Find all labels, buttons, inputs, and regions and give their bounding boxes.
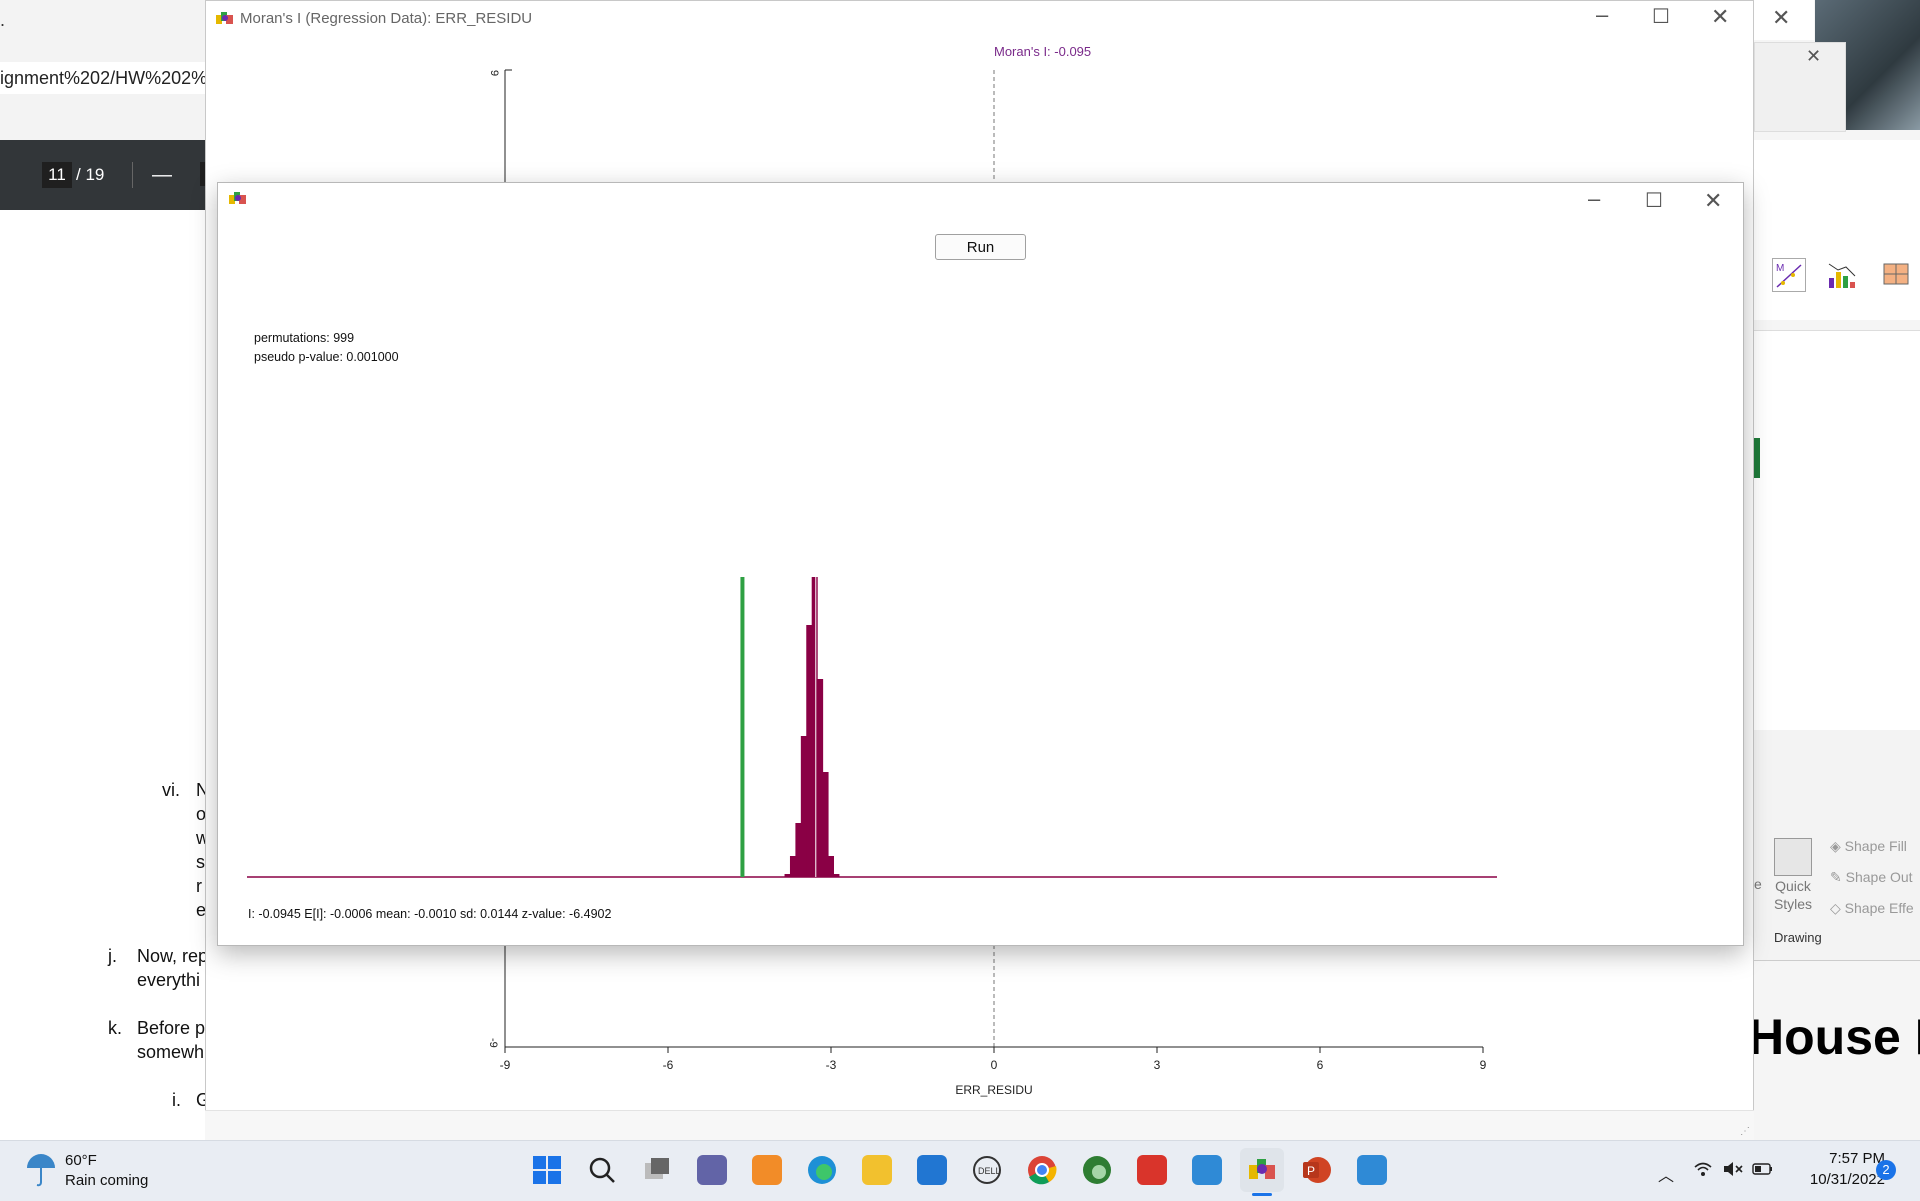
edge-dev-icon[interactable] (1082, 1155, 1112, 1190)
map-icon[interactable] (1880, 258, 1912, 290)
paint-bucket-icon: ◈ (1830, 838, 1845, 854)
weather-umbrella-icon[interactable] (24, 1152, 58, 1193)
svg-text:M: M (1776, 263, 1784, 274)
active-indicator (1252, 1193, 1272, 1196)
pdf-toolbar (0, 140, 210, 210)
x-tick-label: -9 (500, 1058, 511, 1072)
windows-start-icon[interactable] (532, 1155, 562, 1190)
doc-line: s (196, 852, 205, 872)
x-tick-label: 0 (991, 1058, 998, 1072)
dell-icon[interactable]: DELL (972, 1155, 1002, 1190)
drawing-group-label: Drawing (1774, 930, 1822, 945)
zoom-out-button[interactable]: — (152, 162, 172, 188)
doc-line: Before p (137, 1018, 206, 1038)
chrome-icon[interactable] (1027, 1155, 1057, 1190)
weather-temp[interactable]: 60°F (65, 1152, 97, 1169)
weather-desc[interactable]: Rain coming (65, 1172, 148, 1189)
x-axis-label: ERR_RESIDU (955, 1083, 1032, 1097)
x-tick-label: 3 (1154, 1058, 1161, 1072)
pen-icon: ✎ (1830, 869, 1846, 885)
file-explorer-icon[interactable] (862, 1155, 892, 1185)
teams-chat-icon[interactable] (697, 1155, 727, 1185)
toolbar-divider (132, 162, 133, 188)
edge-icon[interactable] (807, 1155, 837, 1190)
clock-time[interactable]: 7:57 PM (1795, 1150, 1885, 1167)
task-view-icon[interactable] (642, 1155, 672, 1190)
shape-fill-button[interactable]: ◈ Shape Fill (1830, 838, 1907, 855)
x-tick-label: -6 (663, 1058, 674, 1072)
histogram-bar (795, 823, 802, 877)
volume-muted-icon[interactable] (1722, 1160, 1744, 1183)
address-bar[interactable]: ignment%202/HW%202%2 (0, 62, 210, 94)
clock-date[interactable]: 10/31/2022 (1785, 1171, 1885, 1188)
shape-outline-label: Shape Out (1845, 869, 1913, 885)
x-tick-label: 6 (1317, 1058, 1324, 1072)
histogram-bar (811, 577, 818, 877)
shape-fill-label: Shape Fill (1844, 838, 1907, 854)
moran-i-label: Moran's I: -0.095 (994, 44, 1091, 59)
close-icon[interactable]: ✕ (1772, 5, 1790, 31)
y-tick-label-bottom: -9 (487, 1038, 499, 1048)
svg-text:P: P (1307, 1164, 1315, 1178)
observed-i-line (740, 577, 745, 877)
list-marker: j. (108, 946, 117, 966)
list-marker: k. (108, 1018, 123, 1038)
search-icon[interactable] (587, 1155, 617, 1190)
doc-line: Now, rep (137, 946, 209, 966)
powerpoint-icon[interactable]: P (1302, 1155, 1332, 1190)
histogram-bar (828, 856, 834, 877)
zotero-icon[interactable] (1137, 1155, 1167, 1185)
histogram-bar (806, 625, 813, 877)
tab-fragment: . (0, 10, 6, 30)
slide-mark (1754, 438, 1760, 478)
ribbon-fragment: e (1754, 876, 1762, 892)
x-tick-group: -9 -6 -3 0 3 6 9 (500, 1047, 1487, 1072)
geoda-icon[interactable] (1247, 1155, 1277, 1190)
stats-text: I: -0.0945 E[I]: -0.0006 mean: -0.0010 s… (248, 907, 612, 921)
taskbar (0, 1140, 1920, 1201)
permutation-histogram (247, 573, 1497, 878)
close-icon[interactable]: ✕ (1806, 46, 1821, 67)
store-icon[interactable] (752, 1155, 782, 1185)
histogram-bar (800, 736, 807, 877)
page-number-input[interactable]: 11 (42, 162, 72, 188)
histogram-bar (833, 874, 840, 877)
quick-styles-button[interactable]: Quick Styles (1766, 877, 1820, 913)
shape-effects-button[interactable]: ◇ Shape Effe (1830, 900, 1914, 917)
list-marker: i. (172, 1090, 181, 1110)
histogram-bar (784, 874, 791, 877)
histogram-chart-icon[interactable] (1826, 258, 1858, 290)
histogram-bar (817, 679, 824, 877)
page-total: / 19 (76, 165, 105, 184)
list-marker: vi. (162, 780, 180, 800)
chevron-up-icon[interactable]: ︿ (1658, 1162, 1674, 1186)
x-tick-label: -3 (826, 1058, 837, 1072)
histogram-bar (789, 856, 796, 877)
slide-title-text: House F (1748, 1009, 1920, 1065)
shape-effects-label: Shape Effe (1844, 900, 1914, 916)
quick-styles-icon[interactable] (1774, 838, 1812, 876)
battery-icon[interactable] (1752, 1162, 1774, 1181)
histogram-bars (740, 573, 840, 877)
status-bar (205, 1110, 1754, 1141)
notification-badge[interactable]: 2 (1876, 1160, 1896, 1180)
doc-line: everythi (137, 970, 201, 990)
mail-icon[interactable] (917, 1155, 947, 1185)
resize-grip-icon[interactable]: ⋰ (1740, 1126, 1750, 1137)
effects-icon: ◇ (1830, 900, 1845, 916)
ppt-slide-strip (1754, 330, 1920, 732)
photos-icon[interactable] (1192, 1155, 1222, 1185)
histogram-bar (822, 772, 829, 877)
ppt-popup (1754, 42, 1846, 132)
shape-outline-button[interactable]: ✎ Shape Out (1830, 869, 1913, 886)
y-tick-label-top: 9 (488, 70, 500, 76)
address-text: ignment%202/HW%202%2 (0, 68, 210, 88)
doc-line: r (196, 876, 202, 896)
notepad-icon[interactable] (1357, 1155, 1387, 1185)
wifi-icon[interactable] (1693, 1160, 1713, 1183)
doc-line: somewh (137, 1042, 205, 1062)
svg-text:DELL: DELL (978, 1166, 1001, 1176)
scatter-plot-icon[interactable]: M (1772, 258, 1806, 292)
x-tick-label: 9 (1480, 1058, 1487, 1072)
